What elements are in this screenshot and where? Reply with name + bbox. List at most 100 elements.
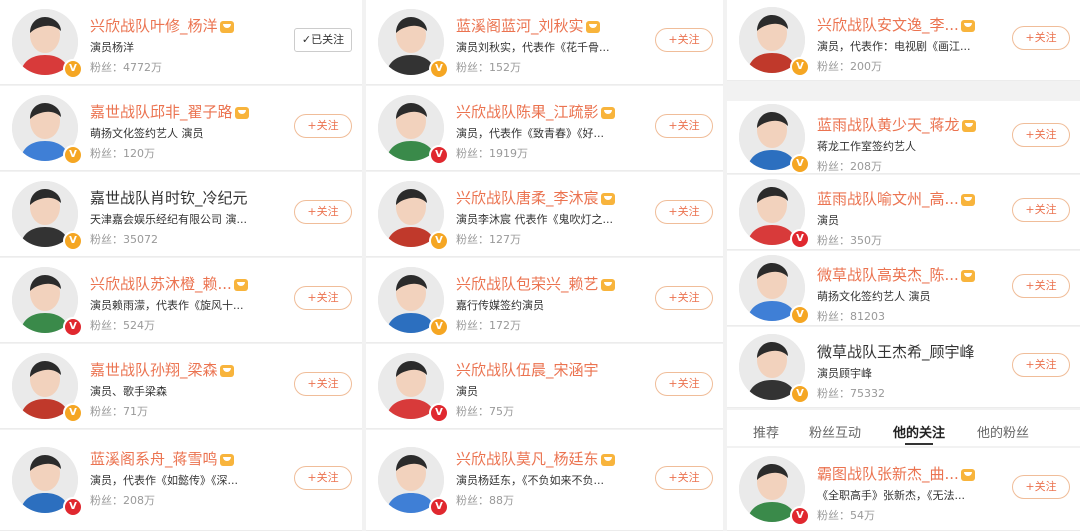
user-name[interactable]: 兴欣战队伍晨_宋涵宇: [456, 359, 599, 380]
user-name-text: 蓝溪阁蓝河_刘秋实: [456, 17, 584, 35]
follow-button[interactable]: +关注: [1012, 274, 1070, 298]
user-name[interactable]: 微草战队王杰希_顾宇峰: [817, 341, 975, 362]
user-name[interactable]: 兴欣战队叶修_杨洋: [90, 15, 234, 36]
user-card[interactable]: V 霸图战队张新杰_曲... 《全职高手》张新杰，《无法... 粉丝：54万 +关注: [727, 448, 1080, 531]
user-name[interactable]: 嘉世战队肖时钦_冷纪元: [90, 187, 248, 208]
fan-count: 粉丝：120万: [90, 147, 155, 160]
user-name[interactable]: 微草战队高英杰_陈...: [817, 264, 975, 285]
user-name[interactable]: 兴欣战队苏沐橙_赖...: [90, 273, 248, 294]
user-card[interactable]: V 兴欣战队莫凡_杨廷东演员杨廷东，《不负如来不负... 粉丝：88万 +关注: [366, 430, 723, 531]
follow-button[interactable]: +关注: [655, 372, 713, 396]
user-name[interactable]: 兴欣战队唐柔_李沐宸: [456, 187, 615, 208]
follow-button[interactable]: +关注: [655, 200, 713, 224]
follow-button[interactable]: +关注: [655, 466, 713, 490]
fan-count: 粉丝：88万: [456, 494, 514, 507]
user-card[interactable]: V 兴欣战队叶修_杨洋 演员杨洋 粉丝：4772万 ✓已关注: [0, 0, 362, 85]
follow-button[interactable]: +关注: [1012, 198, 1070, 222]
user-card[interactable]: V 蓝雨战队黄少天_蒋龙 蒋龙工作室签约艺人 粉丝：208万 +关注: [727, 101, 1080, 174]
follow-button[interactable]: +关注: [655, 28, 713, 52]
user-name-text: 兴欣战队陈果_江疏影: [456, 103, 599, 121]
fan-count: 粉丝：172万: [456, 319, 521, 332]
column-1: V 兴欣战队叶修_杨洋 演员杨洋 粉丝：4772万 ✓已关注 V 嘉世战队邱非_翟子路 萌扬文…: [0, 0, 362, 531]
user-description: 萌扬文化签约艺人 演员: [817, 290, 931, 303]
user-card[interactable]: V 兴欣战队伍晨_宋涵宇 演员 粉丝：75万 +关注: [366, 344, 723, 429]
follow-button[interactable]: +关注: [294, 114, 352, 138]
user-card[interactable]: V 嘉世战队孙翔_梁森 演员、歌手梁森 粉丝：71万 +关注: [0, 344, 362, 429]
vip-crown-icon: [960, 19, 975, 32]
follow-button[interactable]: +关注: [1012, 26, 1070, 50]
user-card[interactable]: V 兴欣战队安文逸_李... 演员，代表作：电视剧《画江... 粉丝：200万 +关注: [727, 0, 1080, 81]
user-name-text: 微草战队王杰希_顾宇峰: [817, 343, 975, 361]
user-name-text: 霸图战队张新杰_曲...: [817, 465, 959, 483]
fan-count: 粉丝：4772万: [90, 61, 162, 74]
follow-button[interactable]: +关注: [655, 286, 713, 310]
verified-badge-icon: V: [790, 384, 810, 404]
verified-badge-icon: V: [429, 497, 449, 517]
user-card[interactable]: V 蓝溪阁系舟_蒋雪鸣 演员，代表作《如懿传》《深... 粉丝：208万 +关注: [0, 430, 362, 531]
follow-button[interactable]: +关注: [294, 286, 352, 310]
verified-badge-icon: V: [63, 145, 83, 165]
user-card[interactable]: V 嘉世战队肖时钦_冷纪元 天津嘉会娱乐经纪有限公司 演... 粉丝：35072 +关注: [0, 172, 362, 257]
verified-badge-icon: V: [429, 403, 449, 423]
tab-2[interactable]: 他的关注: [893, 422, 945, 441]
fan-count: 粉丝：524万: [90, 319, 155, 332]
vip-crown-icon: [600, 278, 615, 291]
verified-badge-icon: V: [429, 317, 449, 337]
user-name-text: 兴欣战队苏沐橙_赖...: [90, 275, 232, 293]
follow-button[interactable]: +关注: [1012, 475, 1070, 499]
vip-crown-icon: [234, 106, 249, 119]
followed-button[interactable]: ✓已关注: [294, 28, 352, 52]
user-name[interactable]: 蓝溪阁系舟_蒋雪鸣: [90, 448, 234, 469]
user-card[interactable]: V 兴欣战队陈果_江疏影 演员，代表作《致青春》《好... 粉丝：1919万 +关注: [366, 86, 723, 171]
user-description: 嘉行传媒签约演员: [456, 299, 544, 312]
user-name-text: 蓝雨战队喻文州_高...: [817, 190, 959, 208]
user-name-text: 兴欣战队唐柔_李沐宸: [456, 189, 599, 207]
user-card[interactable]: V 蓝溪阁蓝河_刘秋实 演员刘秋实，代表作《花千骨... 粉丝：152万 +关注: [366, 0, 723, 85]
user-name-text: 蓝溪阁系舟_蒋雪鸣: [90, 450, 218, 468]
user-name[interactable]: 兴欣战队陈果_江疏影: [456, 101, 615, 122]
user-name-text: 兴欣战队叶修_杨洋: [90, 17, 218, 35]
tab-0[interactable]: 推荐: [753, 422, 779, 441]
fan-count: 粉丝：81203: [817, 310, 885, 323]
follow-button[interactable]: +关注: [1012, 123, 1070, 147]
user-description: 蒋龙工作室签约艺人: [817, 140, 916, 153]
user-card[interactable]: V 兴欣战队唐柔_李沐宸 演员李沐宸 代表作《鬼吹灯之... 粉丝：127万 +关注: [366, 172, 723, 257]
user-card[interactable]: V 兴欣战队苏沐橙_赖... 演员赖雨濛，代表作《旋风十... 粉丝：524万 +关注: [0, 258, 362, 343]
user-card[interactable]: V 嘉世战队邱非_翟子路 萌扬文化签约艺人 演员 粉丝：120万 +关注: [0, 86, 362, 171]
user-description: 演员杨廷东，《不负如来不负...: [456, 474, 604, 487]
user-name[interactable]: 兴欣战队安文逸_李...: [817, 14, 975, 35]
user-description: 演员刘秋实，代表作《花千骨...: [456, 41, 610, 54]
verified-badge-icon: V: [790, 506, 810, 526]
user-card[interactable]: V 蓝雨战队喻文州_高... 演员 粉丝：350万 +关注: [727, 175, 1080, 250]
user-name[interactable]: 嘉世战队孙翔_梁森: [90, 359, 234, 380]
follow-button[interactable]: +关注: [655, 114, 713, 138]
user-name[interactable]: 蓝溪阁蓝河_刘秋实: [456, 15, 600, 36]
user-description: 演员顾宇峰: [817, 367, 872, 380]
verified-badge-icon: V: [790, 229, 810, 249]
user-name-text: 微草战队高英杰_陈...: [817, 266, 959, 284]
user-card[interactable]: V 微草战队高英杰_陈... 萌扬文化签约艺人 演员 粉丝：81203 +关注: [727, 251, 1080, 326]
follow-button[interactable]: +关注: [294, 200, 352, 224]
user-name[interactable]: 蓝雨战队黄少天_蒋龙: [817, 114, 976, 135]
user-card[interactable]: V 微草战队王杰希_顾宇峰 演员顾宇峰 粉丝：75332 +关注: [727, 327, 1080, 408]
follow-button[interactable]: +关注: [294, 466, 352, 490]
user-name[interactable]: 兴欣战队包荣兴_赖艺: [456, 273, 615, 294]
verified-badge-icon: V: [63, 231, 83, 251]
tab-3[interactable]: 他的粉丝: [977, 422, 1029, 441]
user-name[interactable]: 兴欣战队莫凡_杨廷东: [456, 448, 615, 469]
user-description: 演员李沐宸 代表作《鬼吹灯之...: [456, 213, 613, 226]
vip-crown-icon: [600, 106, 615, 119]
user-description: 演员，代表作《致青春》《好...: [456, 127, 604, 140]
follow-button[interactable]: +关注: [294, 372, 352, 396]
verified-badge-icon: V: [63, 317, 83, 337]
user-card[interactable]: V 兴欣战队包荣兴_赖艺嘉行传媒签约演员 粉丝：172万 +关注: [366, 258, 723, 343]
user-name[interactable]: 嘉世战队邱非_翟子路: [90, 101, 249, 122]
vip-crown-icon: [219, 20, 234, 33]
user-name[interactable]: 霸图战队张新杰_曲...: [817, 463, 975, 484]
user-description: 演员: [817, 214, 839, 227]
user-description: 《全职高手》张新杰，《无法...: [817, 489, 965, 502]
user-name[interactable]: 蓝雨战队喻文州_高...: [817, 188, 975, 209]
follow-button[interactable]: +关注: [1012, 353, 1070, 377]
tab-1[interactable]: 粉丝互动: [809, 422, 861, 441]
user-name-text: 嘉世战队肖时钦_冷纪元: [90, 189, 248, 207]
